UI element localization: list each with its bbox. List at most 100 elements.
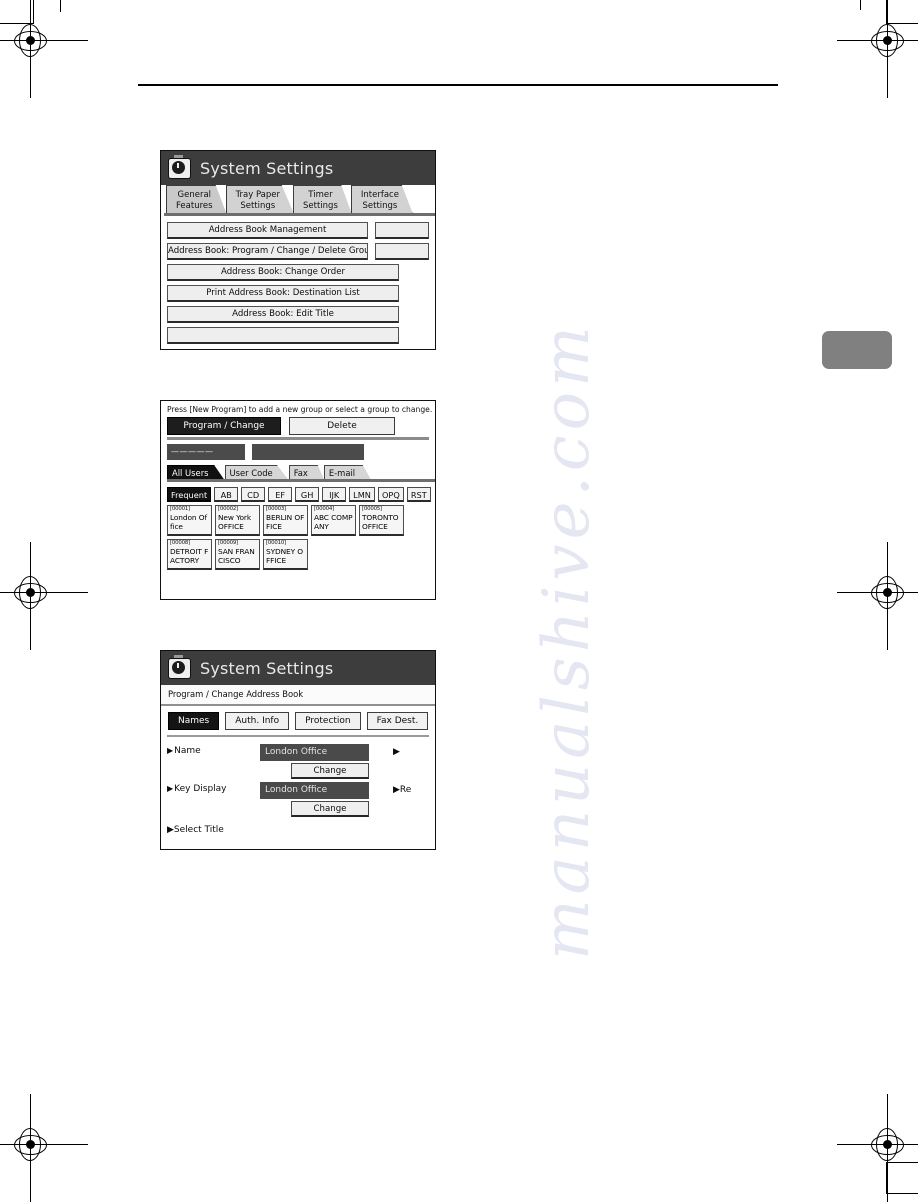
tab-protection[interactable]: Protection bbox=[295, 712, 361, 730]
tab-names[interactable]: Names bbox=[168, 712, 220, 730]
key-display-change-button[interactable]: Change bbox=[291, 801, 369, 818]
triangle-right-icon: ▶ bbox=[167, 746, 174, 756]
button-right-stub-1[interactable] bbox=[375, 222, 429, 239]
panel1-row-3: Address Book: Change Order bbox=[161, 264, 435, 281]
panel3-tabstrip: Names Auth. Info Protection Fax Dest. bbox=[161, 706, 435, 735]
panel3-divider bbox=[167, 735, 429, 738]
destination-name: TORONTO OFFICE bbox=[362, 512, 399, 531]
index-button-ef[interactable]: EF bbox=[268, 486, 293, 502]
destination-cell[interactable]: [00010] SYDNEY OFFICE bbox=[263, 538, 308, 570]
destination-name: SYDNEY OFFICE bbox=[266, 546, 303, 565]
selected-detail-field[interactable] bbox=[252, 443, 364, 460]
tab-timer-settings[interactable]: Timer Settings bbox=[293, 185, 352, 214]
destination-code: [00008] bbox=[170, 539, 190, 546]
registration-mark-left bbox=[0, 0, 88, 98]
tab-fax[interactable]: Fax bbox=[288, 464, 325, 482]
tab-interface-settings[interactable]: Interface Settings bbox=[350, 185, 413, 214]
panel2-selection-bars: ————— bbox=[161, 443, 435, 460]
destination-cell[interactable]: [00002] New York OFFICE bbox=[215, 504, 260, 536]
panel1-row-1: Address Book Management bbox=[161, 222, 435, 239]
selected-name-field[interactable]: ————— bbox=[167, 443, 245, 460]
destination-code: [00010] bbox=[266, 539, 286, 546]
panel1-row-5: Address Book: Edit Title bbox=[161, 306, 435, 323]
destination-code: [00001] bbox=[170, 505, 190, 512]
index-button-lmn[interactable]: LMN bbox=[349, 486, 375, 502]
destination-code: [00005] bbox=[362, 505, 382, 512]
button-program-change[interactable]: Program / Change bbox=[167, 417, 281, 435]
destination-code: [00002] bbox=[218, 505, 238, 512]
button-right-stub-2[interactable] bbox=[375, 243, 429, 260]
index-button-ab[interactable]: AB bbox=[214, 486, 239, 502]
panel1-body: Address Book Management Address Book: Pr… bbox=[161, 216, 435, 344]
destination-grid: [00001] London Office [00002] New York O… bbox=[161, 504, 435, 570]
tab-fax-dest[interactable]: Fax Dest. bbox=[366, 712, 429, 730]
destination-cell[interactable]: [00004] ABC COMPANY bbox=[311, 504, 356, 536]
button-address-book-management[interactable]: Address Book Management bbox=[167, 222, 369, 239]
name-change-button[interactable]: Change bbox=[291, 763, 369, 780]
name-value[interactable]: London Office bbox=[260, 744, 369, 762]
tab-general-features[interactable]: General Features bbox=[166, 185, 227, 214]
button-address-book-change-order[interactable]: Address Book: Change Order bbox=[167, 264, 399, 281]
index-button-frequent[interactable]: Frequent bbox=[167, 486, 212, 502]
destination-code: [00003] bbox=[266, 505, 286, 512]
destination-cell[interactable]: [00003] BERLIN OFFICE bbox=[263, 504, 308, 536]
name-value-stack: London Office Change bbox=[260, 744, 369, 780]
destination-cell[interactable]: [00005] TORONTO OFFICE bbox=[359, 504, 404, 536]
registration-mark-left-bottom bbox=[0, 1094, 88, 1202]
right-fragment-key-display: ▶Re bbox=[393, 785, 412, 796]
label-key-display: ▶Key Display bbox=[167, 784, 227, 795]
tab-tray-paper-settings[interactable]: Tray Paper Settings bbox=[225, 185, 295, 214]
destination-name: New York OFFICE bbox=[218, 512, 252, 531]
panel1-title: System Settings bbox=[200, 158, 334, 178]
destination-cell[interactable]: [00009] SAN FRANCISCO bbox=[215, 538, 260, 570]
panel2-index-row: Frequent AB CD EF GH IJK LMN OPQ RST bbox=[161, 484, 435, 505]
tab-all-users[interactable]: All Users bbox=[167, 464, 226, 482]
button-print-address-book-destination-list[interactable]: Print Address Book: Destination List bbox=[167, 285, 399, 302]
header-rule bbox=[138, 84, 778, 87]
index-button-rst[interactable]: RST bbox=[406, 486, 431, 502]
clock-settings-icon bbox=[168, 154, 191, 179]
panel2-hint: Press [New Program] to add a new group o… bbox=[167, 405, 435, 414]
clock-settings-icon bbox=[168, 654, 191, 679]
button-address-book-edit-title[interactable]: Address Book: Edit Title bbox=[167, 306, 399, 323]
destination-name: London Office bbox=[170, 512, 207, 531]
registration-mark-right bbox=[837, 0, 918, 98]
destination-name: BERLIN OFFICE bbox=[266, 512, 305, 531]
watermark-text: manualshive.com bbox=[530, 321, 604, 960]
panel1-title-bar: System Settings bbox=[161, 151, 435, 185]
selected-name-placeholder: ————— bbox=[171, 446, 214, 456]
lcd-panel-group-list: Press [New Program] to add a new group o… bbox=[160, 400, 436, 600]
registration-mark-right-middle bbox=[837, 542, 918, 650]
tab-email[interactable]: E-mail bbox=[323, 464, 373, 482]
button-partial-bottom[interactable] bbox=[167, 327, 399, 344]
index-button-opq[interactable]: OPQ bbox=[377, 486, 404, 502]
lcd-panel-system-settings-general: System Settings General Features Tray Pa… bbox=[160, 150, 436, 350]
tab-auth-info[interactable]: Auth. Info bbox=[225, 712, 290, 730]
panel3-title: System Settings bbox=[200, 658, 334, 678]
right-fragment-name: ▶ bbox=[393, 747, 400, 758]
button-delete[interactable]: Delete bbox=[289, 417, 395, 435]
key-display-value-stack: London Office Change bbox=[260, 782, 369, 818]
index-button-ijk[interactable]: IJK bbox=[322, 486, 347, 502]
panel3-title-bar: System Settings bbox=[161, 651, 435, 685]
panel1-row-6 bbox=[161, 327, 435, 344]
destination-name: DETROIT FACTORY bbox=[170, 546, 209, 565]
panel1-row-2: Address Book: Program / Change / Delete … bbox=[161, 243, 435, 260]
chapter-thumb-tab bbox=[822, 331, 892, 369]
field-row-key-display: ▶Key Display London Office Change ▶Re bbox=[161, 782, 435, 818]
panel1-row-4: Print Address Book: Destination List bbox=[161, 285, 435, 302]
tab-user-code[interactable]: User Code bbox=[224, 464, 290, 482]
registration-mark-right-bottom bbox=[837, 1094, 918, 1202]
destination-code: [00004] bbox=[314, 505, 334, 512]
destination-cell[interactable]: [00008] DETROIT FACTORY bbox=[167, 538, 212, 570]
triangle-right-icon: ▶ bbox=[167, 784, 174, 794]
destination-code: [00009] bbox=[218, 539, 238, 546]
label-name: ▶Name bbox=[167, 746, 201, 757]
destination-cell[interactable]: [00001] London Office bbox=[167, 504, 212, 536]
key-display-value[interactable]: London Office bbox=[260, 782, 369, 800]
panel2-tabstrip: All Users User Code Fax E-mail bbox=[161, 464, 435, 482]
button-address-book-program-change-delete-group[interactable]: Address Book: Program / Change / Delete … bbox=[167, 243, 369, 260]
label-select-title[interactable]: ▶Select Title bbox=[161, 820, 435, 837]
index-button-cd[interactable]: CD bbox=[241, 486, 266, 502]
index-button-gh[interactable]: GH bbox=[295, 486, 320, 502]
